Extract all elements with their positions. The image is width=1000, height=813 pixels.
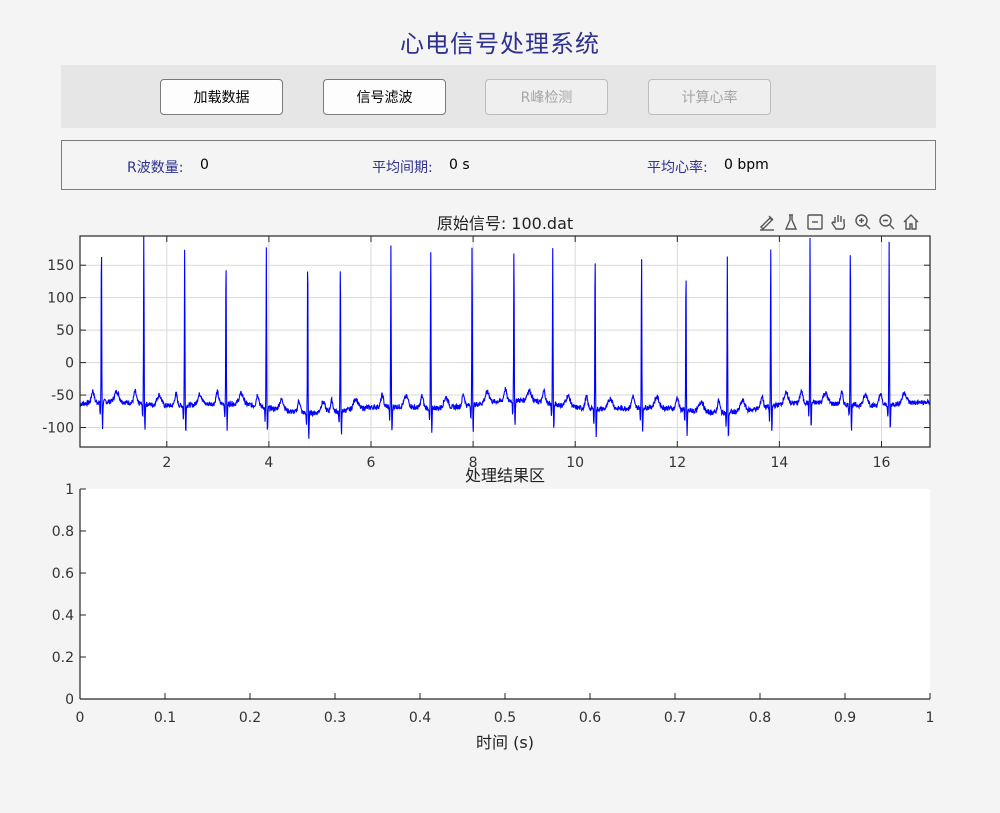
x-tick-label: 6 [367, 455, 376, 471]
raw-signal-chart[interactable]: 原始信号: 100.dat 2 4 6 8 10 12 14 16 -100 -50 0 50 100… [0, 0, 1000, 480]
y-tick-label: 50 [56, 323, 74, 339]
x-tick-label: 0.5 [494, 710, 516, 726]
y-tick-label: 150 [47, 258, 74, 274]
y-tick-label: -50 [51, 388, 74, 404]
x-tick-label: 2 [162, 455, 171, 471]
x-tick-label: 12 [668, 455, 686, 471]
raw-signal-chart-title: 原始信号: 100.dat [437, 214, 573, 233]
y-tick-label: 0.2 [52, 650, 74, 666]
x-tick-label: 0.7 [664, 710, 686, 726]
x-tick-label: 0.2 [239, 710, 261, 726]
x-tick-label: 14 [770, 455, 788, 471]
x-tick-label: 0 [76, 710, 85, 726]
x-tick-label: 10 [566, 455, 584, 471]
y-tick-label: -100 [42, 421, 74, 437]
y-tick-label: 0.8 [52, 524, 74, 540]
x-tick-label: 16 [873, 455, 891, 471]
y-tick-label: 100 [47, 291, 74, 307]
x-tick-label: 0.3 [324, 710, 346, 726]
result-plot-area [80, 489, 930, 699]
x-tick-label: 8 [469, 455, 478, 471]
x-tick-label: 0.4 [409, 710, 431, 726]
y-tick-label: 0 [65, 356, 74, 372]
x-tick-label: 1 [926, 710, 935, 726]
x-tick-label: 0.9 [834, 710, 856, 726]
x-tick-label: 0.6 [579, 710, 601, 726]
y-tick-label: 0 [65, 692, 74, 708]
result-x-axis-label: 时间 (s) [476, 733, 534, 752]
x-tick-label: 0.1 [154, 710, 176, 726]
x-tick-label: 4 [264, 455, 273, 471]
raw-signal-plot-area [80, 236, 930, 447]
y-tick-label: 0.4 [52, 608, 74, 624]
x-tick-label: 0.8 [749, 710, 771, 726]
y-tick-label: 0.6 [52, 566, 74, 582]
y-tick-label: 1 [65, 482, 74, 498]
